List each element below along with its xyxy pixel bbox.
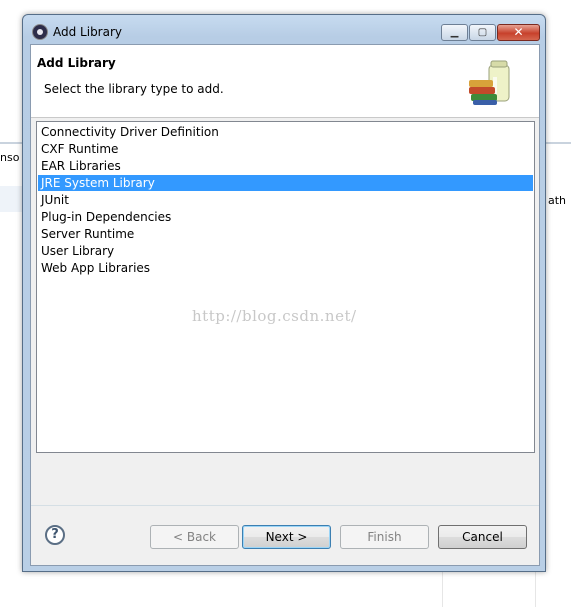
library-type-list[interactable]: Connectivity Driver Definition CXF Runtim… [36, 121, 535, 453]
finish-button[interactable]: Finish [340, 525, 429, 549]
library-type-item[interactable]: User Library [38, 243, 533, 259]
maximize-button[interactable]: ▢ [469, 24, 496, 41]
library-type-item[interactable]: Connectivity Driver Definition [38, 124, 533, 140]
back-button[interactable]: < Back [150, 525, 239, 549]
library-type-item[interactable]: EAR Libraries [38, 158, 533, 174]
watermark-text: http://blog.csdn.net/ [192, 307, 357, 325]
wizard-header: Add Library Select the library type to a… [31, 45, 539, 118]
eclipse-icon [32, 24, 48, 40]
title-bar[interactable]: Add Library ▁ ▢ ✕ [23, 15, 545, 43]
console-tab-fragment[interactable]: nso [0, 150, 24, 166]
page-title: Add Library [37, 56, 116, 70]
page-description: Select the library type to add. [44, 82, 224, 96]
window-title: Add Library [53, 25, 123, 39]
library-jars-icon [469, 60, 510, 105]
library-type-item[interactable]: JRE System Library [38, 175, 533, 191]
help-icon[interactable]: ? [45, 525, 65, 545]
library-type-item[interactable]: Server Runtime [38, 226, 533, 242]
build-path-column-fragment: ath [548, 194, 567, 207]
next-button[interactable]: Next > [242, 525, 331, 549]
library-type-item[interactable]: Web App Libraries [38, 260, 533, 276]
library-type-item[interactable]: Plug-in Dependencies [38, 209, 533, 225]
cancel-button[interactable]: Cancel [438, 525, 527, 549]
library-type-item[interactable]: CXF Runtime [38, 141, 533, 157]
workbench-row-highlight [0, 186, 22, 212]
dialog-client-area: Add Library Select the library type to a… [30, 44, 540, 566]
minimize-button[interactable]: ▁ [441, 24, 468, 41]
library-type-item[interactable]: JUnit [38, 192, 533, 208]
add-library-dialog: Add Library ▁ ▢ ✕ Add Library Select the… [22, 14, 546, 572]
button-bar-separator [31, 505, 539, 506]
close-button[interactable]: ✕ [497, 24, 540, 41]
